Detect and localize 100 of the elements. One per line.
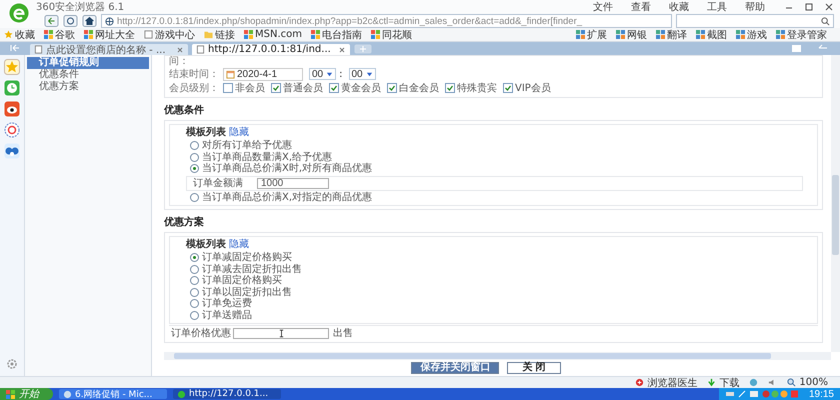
new-tab-icon[interactable] [354, 44, 372, 54]
radio-button[interactable] [190, 141, 199, 150]
sidebar-item[interactable]: 优惠条件 [27, 69, 149, 81]
radio-button[interactable] [190, 264, 199, 274]
folder-icon [204, 30, 213, 39]
radio-button[interactable] [190, 192, 199, 202]
amount-field[interactable]: 1000 [257, 178, 329, 188]
checkbox[interactable] [271, 83, 281, 93]
tiles-icon [696, 30, 705, 39]
settings-icon[interactable] [6, 358, 18, 370]
minute-select[interactable]: 00 [348, 68, 376, 80]
radio-button[interactable] [190, 253, 199, 262]
maximize-icon[interactable] [804, 2, 814, 12]
field-label: 订单金额满 [193, 176, 243, 190]
tiles-icon [244, 30, 253, 39]
refresh-icon[interactable] [63, 15, 78, 27]
field-label: 订单价格优惠 [171, 326, 231, 340]
menu-item[interactable]: 工具 [707, 0, 727, 14]
app-icon [63, 390, 72, 398]
medical-icon [635, 378, 644, 387]
status-item[interactable]: 浏览器医生 [635, 376, 698, 390]
toolbar-item[interactable]: 截图 [696, 28, 727, 42]
radio-button[interactable] [190, 164, 199, 174]
menu-item[interactable]: 帮助 [745, 0, 765, 14]
tiles-icon [576, 30, 585, 39]
taskbar-button[interactable]: http://127.0.0.1... [173, 389, 281, 399]
bookmark[interactable]: 电台指南 [311, 28, 362, 42]
hide-link[interactable]: 隐藏 [229, 239, 249, 250]
caret-icon [366, 70, 373, 78]
action-button[interactable]: 关 闭 [507, 362, 561, 374]
close-icon[interactable] [338, 46, 346, 54]
calendar-icon [226, 70, 235, 78]
sidebar-item[interactable]: 订单促销规则 [27, 57, 149, 69]
clock-icon[interactable] [4, 80, 20, 96]
browser-tab[interactable]: 点此设置您商店的名称 - ... [30, 44, 188, 55]
radio-button[interactable] [190, 288, 199, 297]
toolbar-item[interactable]: 网银 [616, 28, 647, 42]
tiles-icon [776, 30, 785, 39]
section-heading: 优惠方案 [164, 216, 205, 229]
page-icon [196, 45, 205, 54]
close-icon[interactable] [176, 46, 184, 54]
bookmark[interactable]: 同花顺 [371, 28, 412, 42]
hour-select[interactable]: 00 [309, 68, 336, 80]
field-suffix: 出售 [333, 326, 353, 340]
app-icon [177, 390, 186, 398]
bookmark[interactable]: 游戏中心 [144, 28, 195, 42]
radio-button[interactable] [190, 310, 199, 320]
eye-icon[interactable] [4, 101, 20, 117]
menu-item[interactable]: 查看 [631, 0, 651, 14]
search-field[interactable] [676, 14, 834, 28]
taskbar-button[interactable]: 6.网络促销 - Mic... [59, 389, 167, 399]
checkbox[interactable] [387, 83, 397, 93]
tiles-icon [736, 30, 745, 39]
windows-logo-icon [6, 390, 15, 398]
bookmark[interactable]: 网址大全 [84, 28, 135, 42]
radio-button[interactable] [190, 152, 199, 162]
tiles-icon [44, 30, 53, 39]
bookmark[interactable]: 收藏 [4, 28, 35, 42]
back-icon[interactable] [44, 15, 59, 27]
price-field[interactable] [233, 328, 329, 338]
caret-icon [326, 70, 334, 78]
star-icon[interactable] [4, 59, 20, 75]
checkbox-label: 普通会员 [283, 82, 323, 95]
sidebar-item[interactable]: 优惠方案 [27, 81, 149, 93]
sidebar-toggle-icon[interactable] [9, 43, 21, 53]
radio-button[interactable] [190, 276, 199, 286]
zoom-level[interactable]: 100% [787, 377, 828, 388]
checkbox[interactable] [445, 83, 455, 93]
checkbox[interactable] [503, 83, 513, 93]
bookmark[interactable]: 谷歌 [44, 28, 75, 42]
toolbar-item[interactable]: 登录管家 [776, 28, 827, 42]
clock: 19:15 [808, 388, 834, 400]
radio-label: 订单减固定价格购买 [202, 252, 292, 264]
tiles-icon [311, 30, 320, 39]
radio-button[interactable] [190, 299, 199, 308]
bookmark[interactable]: MSN.com [244, 29, 302, 40]
tiles-icon [656, 30, 665, 39]
window-icon[interactable] [791, 43, 803, 53]
close-icon[interactable] [824, 2, 834, 12]
action-button[interactable]: 保存并关闭窗口 [411, 362, 500, 374]
address-field[interactable]: http://127.0.0.1:81/index.php/shopadmin/index.php?app=b2c&ctl=admin_sales_order&act=add&_finder[finder_ [101, 14, 672, 28]
checkbox[interactable] [329, 83, 339, 93]
menu-item[interactable]: 文件 [593, 0, 613, 14]
toolbar-item[interactable]: 扩展 [576, 28, 607, 42]
browser-tab[interactable]: http://127.0.0.1:81/ind... [192, 44, 350, 55]
target-icon[interactable] [4, 122, 20, 138]
toolbar-item[interactable]: 游戏 [736, 28, 767, 42]
horizontal-scrollbar[interactable] [164, 352, 831, 360]
date-field[interactable]: 2020-4-1 [223, 68, 303, 80]
vertical-scrollbar[interactable] [831, 55, 840, 352]
radio-label: 当订单商品数量满X,给予优惠 [202, 152, 332, 162]
hide-link[interactable]: 隐藏 [229, 127, 249, 138]
checkbox[interactable] [223, 83, 233, 93]
bookmark[interactable]: 链接 [204, 28, 235, 42]
toolbar-item[interactable]: 翻译 [656, 28, 687, 42]
status-item[interactable]: 下载 [707, 376, 740, 390]
menu-item[interactable]: 收藏 [669, 0, 689, 14]
home-icon[interactable] [82, 15, 97, 27]
radio-label: 对所有订单给予优惠 [202, 140, 292, 152]
start-button[interactable]: 开始 [0, 388, 53, 400]
